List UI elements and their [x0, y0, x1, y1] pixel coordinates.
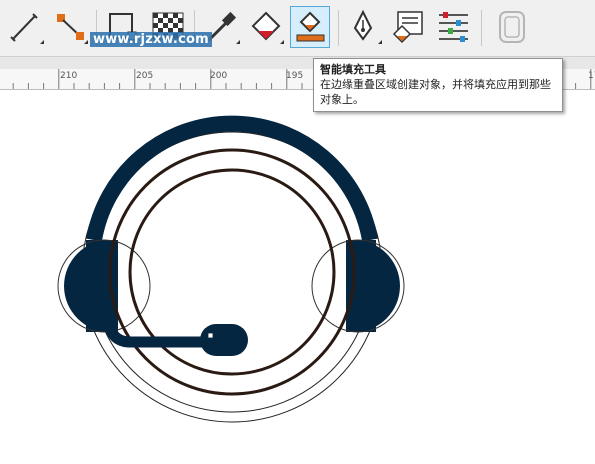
inner-ring-1[interactable]	[108, 148, 356, 396]
mic-head[interactable]	[200, 324, 248, 356]
ruler-label: 210	[60, 71, 78, 81]
selection-node[interactable]	[207, 332, 214, 339]
smart-fill-tool-button[interactable]	[290, 6, 330, 48]
toolbar: www.rjzxw.com	[0, 0, 595, 56]
object-properties-icon	[439, 12, 468, 42]
headband[interactable]	[86, 115, 378, 242]
mic-boom[interactable]	[102, 316, 220, 348]
interactive-fill-tool-button[interactable]	[246, 6, 286, 48]
drawing-canvas[interactable]	[0, 90, 595, 464]
edit-fill-tool-icon	[392, 11, 423, 44]
interactive-fill-tool-icon	[251, 11, 284, 44]
page-frame-icon	[499, 11, 525, 43]
ruler-label: 205	[136, 71, 154, 81]
watermark: www.rjzxw.com	[90, 32, 212, 47]
pen-tool-icon	[353, 9, 382, 44]
line-tool-button[interactable]	[6, 6, 46, 48]
ruler-label: 17	[588, 71, 595, 81]
page-frame-button[interactable]	[492, 6, 532, 48]
connector-tool-button[interactable]	[50, 6, 90, 48]
edit-fill-tool-button[interactable]	[388, 6, 428, 48]
ruler-label: 195	[286, 71, 304, 81]
object-properties-button[interactable]	[434, 6, 474, 48]
ruler-label: 200	[210, 71, 228, 81]
pen-tool-button[interactable]	[344, 6, 384, 48]
tooltip-title: 智能填充工具	[320, 63, 386, 76]
tooltip-description: 在边缘重叠区域创建对象，并将填充应用到那些对象上。	[320, 78, 551, 106]
toolbar-separator	[481, 10, 482, 46]
smart-fill-tool-icon	[296, 11, 325, 42]
line-tool-icon	[10, 13, 44, 44]
tooltip: 智能填充工具 在边缘重叠区域创建对象，并将填充应用到那些对象上。	[313, 58, 563, 112]
toolbar-separator	[338, 10, 339, 46]
connector-tool-icon	[57, 14, 88, 44]
